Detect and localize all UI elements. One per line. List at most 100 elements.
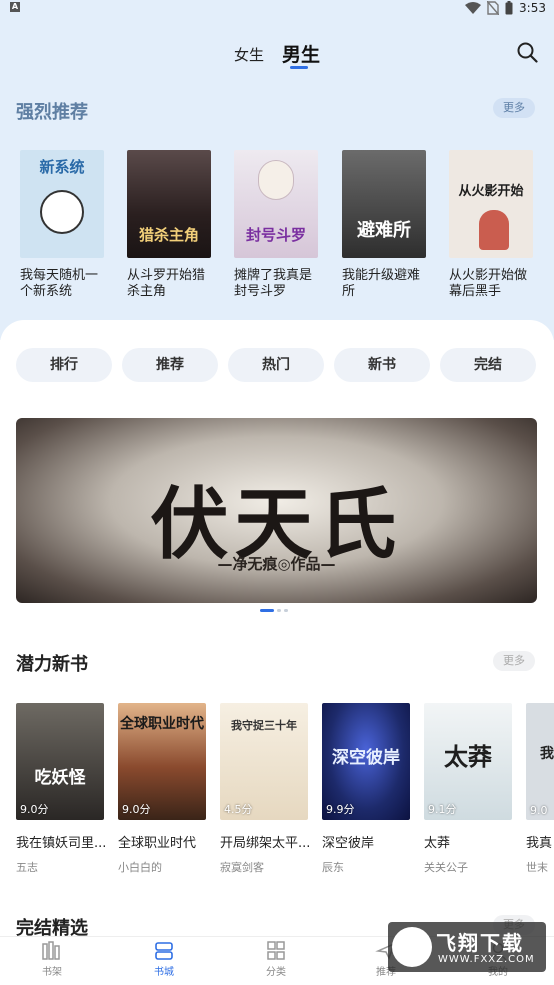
book-title: 我能升级避难所 (342, 268, 421, 299)
book-cover: 全球职业时代 9.0分 (118, 703, 206, 820)
book-cover: 避难所 (342, 150, 426, 258)
pill-finished[interactable]: 完结 (440, 348, 536, 382)
potential-new-more-button[interactable]: 更多 (493, 651, 535, 671)
book-cover: 从火影开始 (449, 150, 533, 258)
new-book-card[interactable]: 全球职业时代 9.0分 全球职业时代 小白白的 (118, 703, 210, 875)
nav-bookshelf[interactable]: 书架 (22, 941, 82, 978)
pill-hot[interactable]: 热门 (228, 348, 324, 382)
cover-title: 太莽 (444, 743, 492, 771)
book-cover: 太莽 9.1分 (424, 703, 512, 820)
bookstore-icon (155, 942, 173, 960)
section-title-potential-new: 潜力新书 (16, 654, 88, 675)
cover-title: 我 (540, 746, 554, 762)
watermark-text: 飞翔下载 (436, 931, 524, 955)
potential-new-list: 吃妖怪 9.0分 我在镇妖司里... 五志 全球职业时代 9.0分 全球职业时代… (0, 703, 554, 875)
book-title: 摊牌了我真是封号斗罗 (234, 268, 313, 299)
book-score: 4.5分 (224, 803, 253, 816)
cover-title: 全球职业时代 (120, 716, 204, 732)
category-pills: 排行 推荐 热门 新书 完结 (0, 348, 554, 382)
site-watermark: 飞翔下载 WWW.FXXZ.COM (388, 922, 546, 972)
bookshelf-icon (42, 941, 60, 960)
recommend-book-card[interactable]: 避难所 我能升级避难所 (342, 150, 428, 300)
category-icon (267, 941, 285, 960)
pill-ranking[interactable]: 排行 (16, 348, 112, 382)
section-title-strong-recommend: 强烈推荐 (16, 102, 88, 123)
book-title: 从斗罗开始猎杀主角 (127, 268, 206, 299)
book-cover: 我 9.0 (526, 703, 554, 820)
book-author: 世末 (526, 861, 548, 874)
book-cover: 封号斗罗 (234, 150, 318, 258)
book-title: 我每天随机一个新系统 (20, 268, 99, 299)
carousel-dots (260, 609, 288, 612)
cover-title: 从火影开始 (458, 184, 524, 199)
nav-bookstore[interactable]: 书城 (134, 941, 194, 978)
cover-title: 吃妖怪 (34, 768, 86, 788)
recommend-book-card[interactable]: 新系统 我每天随机一个新系统 (20, 150, 106, 300)
book-score: 9.0分 (20, 803, 49, 816)
book-cover: 猎杀主角 (127, 150, 211, 258)
book-cover: 新系统 (20, 150, 104, 258)
nav-label: 书城 (154, 967, 174, 978)
book-author: 寂寞剑客 (220, 861, 264, 874)
book-score: 9.9分 (326, 803, 355, 816)
recommend-book-card[interactable]: 从火影开始 从火影开始做幕后黑手 (449, 150, 535, 300)
status-bar: A 3:53 (0, 0, 554, 16)
clock: 3:53 (519, 1, 546, 15)
book-score: 9.1分 (428, 803, 457, 816)
book-author: 关关公子 (424, 861, 468, 874)
wifi-icon (465, 2, 482, 14)
cover-title: 封号斗罗 (245, 226, 306, 244)
strong-recommend-list: 新系统 我每天随机一个新系统 猎杀主角 从斗罗开始猎杀主角 封号斗罗 摊牌了我真… (0, 150, 554, 310)
book-title: 我真 (526, 836, 553, 851)
book-score: 9.0分 (122, 803, 151, 816)
no-sim-icon (487, 1, 500, 15)
banner-subtitle: —净无痕◎作品— (217, 555, 336, 573)
pill-new[interactable]: 新书 (334, 348, 430, 382)
book-title: 全球职业时代 (118, 836, 197, 851)
recommend-book-card[interactable]: 封号斗罗 摊牌了我真是封号斗罗 (234, 150, 320, 300)
book-author: 小白白的 (118, 861, 162, 874)
cover-art (40, 190, 84, 234)
cover-title: 避难所 (357, 220, 411, 241)
carousel-dot (284, 609, 288, 612)
tab-male[interactable]: 男生 (282, 40, 320, 67)
book-cover: 我守捉三十年 4.5分 (220, 703, 308, 820)
promo-banner[interactable]: 伏天氏 —净无痕◎作品— (16, 418, 537, 603)
nav-label: 书架 (42, 967, 62, 978)
carousel-dot-active (260, 609, 274, 612)
book-title: 太莽 (424, 836, 451, 851)
cover-art (258, 160, 294, 200)
book-title: 开局绑架太平... (220, 836, 311, 851)
book-author: 辰东 (322, 861, 344, 874)
pill-recommend[interactable]: 推荐 (122, 348, 218, 382)
cover-title: 猎杀主角 (138, 226, 199, 244)
gender-tabs: 女生 男生 (0, 40, 554, 70)
book-title: 深空彼岸 (322, 836, 375, 851)
notification-icon: A (10, 2, 20, 12)
book-title: 我在镇妖司里... (16, 836, 107, 851)
cover-title: 深空彼岸 (332, 748, 400, 768)
book-author: 五志 (16, 861, 38, 874)
new-book-card[interactable]: 深空彼岸 9.9分 深空彼岸 辰东 (322, 703, 414, 875)
book-title: 从火影开始做幕后黑手 (449, 268, 528, 299)
carousel-dot (277, 609, 281, 612)
strong-recommend-more-button[interactable]: 更多 (493, 98, 535, 118)
nav-label: 分类 (266, 967, 286, 978)
new-book-card[interactable]: 太莽 9.1分 太莽 关关公子 (424, 703, 516, 875)
watermark-logo-icon (392, 927, 432, 967)
tab-female[interactable]: 女生 (234, 44, 264, 65)
search-icon[interactable] (516, 41, 538, 63)
new-book-card[interactable]: 我守捉三十年 4.5分 开局绑架太平... 寂寞剑客 (220, 703, 312, 875)
watermark-url: WWW.FXXZ.COM (438, 954, 535, 965)
book-cover: 深空彼岸 9.9分 (322, 703, 410, 820)
cover-title: 我守捉三十年 (231, 719, 297, 732)
cover-title: 新系统 (39, 158, 85, 176)
new-book-card[interactable]: 吃妖怪 9.0分 我在镇妖司里... 五志 (16, 703, 108, 875)
book-cover: 吃妖怪 9.0分 (16, 703, 104, 820)
active-tab-indicator (290, 66, 308, 69)
nav-category[interactable]: 分类 (246, 941, 306, 978)
book-score: 9.0 (530, 804, 548, 817)
recommend-book-card[interactable]: 猎杀主角 从斗罗开始猎杀主角 (127, 150, 213, 300)
battery-icon (505, 1, 513, 15)
new-book-card[interactable]: 我 9.0 我真 世末 (526, 703, 554, 875)
